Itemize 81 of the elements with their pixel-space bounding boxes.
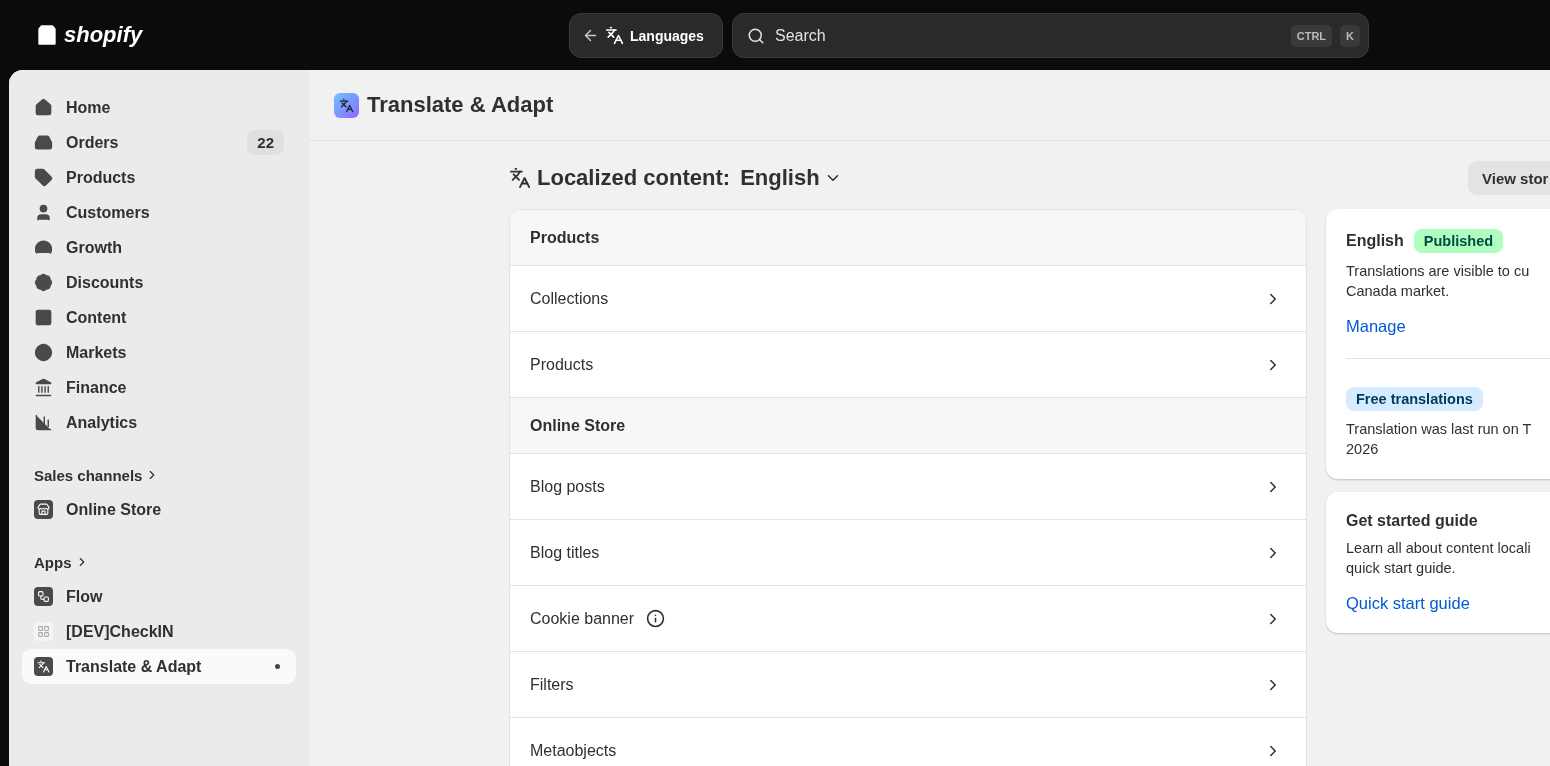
sidebar-item-label: Analytics	[66, 413, 139, 432]
sidebar-section-link[interactable]: Apps	[22, 545, 296, 579]
section-heading: Localized content:	[537, 165, 731, 191]
list-row-label: Blog titles	[530, 543, 600, 562]
sidebar-item[interactable]: Content	[22, 300, 296, 335]
feature-badge: Free translations	[1346, 387, 1483, 411]
sidebar-item[interactable]: Customers	[22, 195, 296, 230]
list-row[interactable]: Filters	[510, 652, 1306, 718]
sidebar-item[interactable]: Online Store	[22, 492, 296, 527]
shortcut-key: K	[1340, 24, 1360, 47]
search-icon	[747, 26, 765, 45]
sidebar-item[interactable]: Discounts	[22, 265, 296, 300]
sidebar-section-link[interactable]: Sales channels	[22, 458, 296, 492]
sidebar-item-label: Growth	[66, 238, 123, 257]
page-title: Translate & Adapt	[367, 92, 554, 118]
search-input[interactable]: Search	[773, 25, 1283, 46]
list-row[interactable]: Metaobjects	[510, 718, 1306, 766]
list-row-label: Blog posts	[530, 477, 605, 496]
card-description: Translations are visible to cu Canada market.	[1346, 262, 1531, 301]
card-description: Learn all about content locali quick start guide.	[1346, 539, 1532, 578]
arrow-left-icon	[582, 27, 599, 44]
sidebar-item[interactable]: Home	[22, 90, 296, 125]
person-icon	[34, 203, 53, 222]
sidebar-item-label: Home	[66, 98, 112, 117]
sidebar-item[interactable]: Growth	[22, 230, 296, 265]
card-note: Translation was last run on T 2026	[1346, 420, 1533, 459]
sidebar-item[interactable]: Finance	[22, 370, 296, 405]
info-icon[interactable]	[646, 609, 666, 628]
home-icon	[34, 98, 53, 117]
shortcut-key: CTRL	[1290, 24, 1333, 47]
storefront-icon	[34, 500, 53, 519]
card-title: English	[1346, 232, 1404, 250]
sidebar-item-label: Products	[66, 168, 137, 187]
tag-icon	[34, 168, 53, 187]
translate-icon	[34, 657, 53, 676]
sidebar-item-label: Discounts	[66, 273, 145, 292]
list-row-label: Filters	[530, 675, 574, 694]
guide-link[interactable]: Quick start guide	[1346, 594, 1550, 613]
sidebar-item[interactable]: Products	[22, 160, 296, 195]
list-row[interactable]: Blog titles	[510, 520, 1306, 586]
list-row-label: Cookie banner	[530, 609, 635, 628]
sidebar-item-label: Customers	[66, 203, 151, 222]
manage-link[interactable]: Manage	[1346, 317, 1550, 336]
search-field[interactable]: Search CTRL K	[732, 13, 1369, 58]
bank-icon	[34, 378, 53, 397]
flow-icon	[34, 587, 53, 606]
list-row-label: Metaobjects	[530, 741, 617, 760]
translate-icon	[509, 167, 531, 189]
logo[interactable]: shopify	[34, 22, 143, 48]
sidebar-item-label: Flow	[66, 587, 104, 606]
sidebar-item-label: Online Store	[66, 500, 163, 519]
sidebar-item[interactable]: Translate & Adapt	[22, 649, 296, 684]
list-row[interactable]: Collections	[510, 266, 1306, 332]
bar-chart-icon	[34, 413, 53, 432]
active-dot	[275, 664, 280, 669]
app-grid-icon	[34, 622, 53, 641]
list-row-label: Products	[530, 355, 594, 374]
list-section-header: Products	[510, 210, 1306, 266]
sidebar-item[interactable]: Orders 22	[22, 125, 296, 160]
sidebar-item-label: Orders	[66, 133, 120, 152]
list-row[interactable]: Cookie banner	[510, 586, 1306, 652]
sidebar-item-label: Finance	[66, 378, 128, 397]
translate-icon	[605, 26, 624, 45]
status-badge: Published	[1413, 229, 1504, 253]
list-row-label: Collections	[530, 289, 609, 308]
list-row[interactable]: Blog posts	[510, 454, 1306, 520]
sidebar-item-label: [DEV]CheckIN	[66, 622, 175, 641]
count-badge: 22	[247, 130, 284, 155]
sidebar-item[interactable]: Flow	[22, 579, 296, 614]
view-store-button[interactable]: View stor	[1468, 161, 1550, 195]
sidebar-item[interactable]: Analytics	[22, 405, 296, 440]
sidebar-item-label: Translate & Adapt	[66, 657, 203, 676]
back-button[interactable]: Languages	[569, 13, 723, 58]
list-section-header: Online Store	[510, 398, 1306, 454]
sidebar-item-label: Markets	[66, 343, 128, 362]
card-title: Get started guide	[1346, 512, 1479, 530]
sidebar-item[interactable]: Markets	[22, 335, 296, 370]
language-selector[interactable]: English	[736, 165, 842, 191]
sidebar-item-label: Content	[66, 308, 128, 327]
sidebar-item[interactable]: [DEV]CheckIN	[22, 614, 296, 649]
app-icon	[334, 92, 359, 118]
